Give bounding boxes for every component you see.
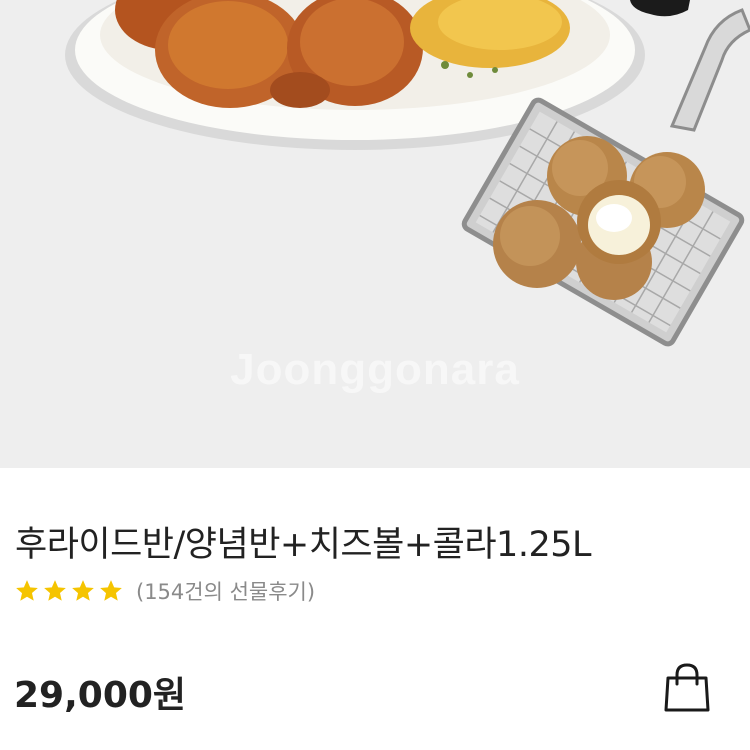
- product-title: 후라이드반/양념반+치즈볼+콜라1.25L: [15, 525, 591, 565]
- star-icon: [16, 580, 38, 601]
- star-icon: [44, 580, 66, 601]
- add-to-cart-button[interactable]: [662, 661, 712, 713]
- product-image: Joonggonara: [0, 0, 750, 468]
- product-photo-illustration: [65, 0, 750, 347]
- review-count-link[interactable]: (154건의 선물후기): [136, 576, 315, 606]
- star-icon: [100, 580, 122, 601]
- rating-row[interactable]: (154건의 선물후기): [14, 576, 315, 606]
- star-icon: [72, 580, 94, 601]
- shopping-bag-icon: [664, 663, 710, 712]
- product-info: 후라이드반/양념반+치즈볼+콜라1.25L (154건의 선물후기) 29,00…: [0, 468, 750, 750]
- watermark: Joonggonara: [230, 345, 520, 394]
- star-rating: [14, 578, 124, 604]
- product-price: 29,000원: [14, 675, 187, 716]
